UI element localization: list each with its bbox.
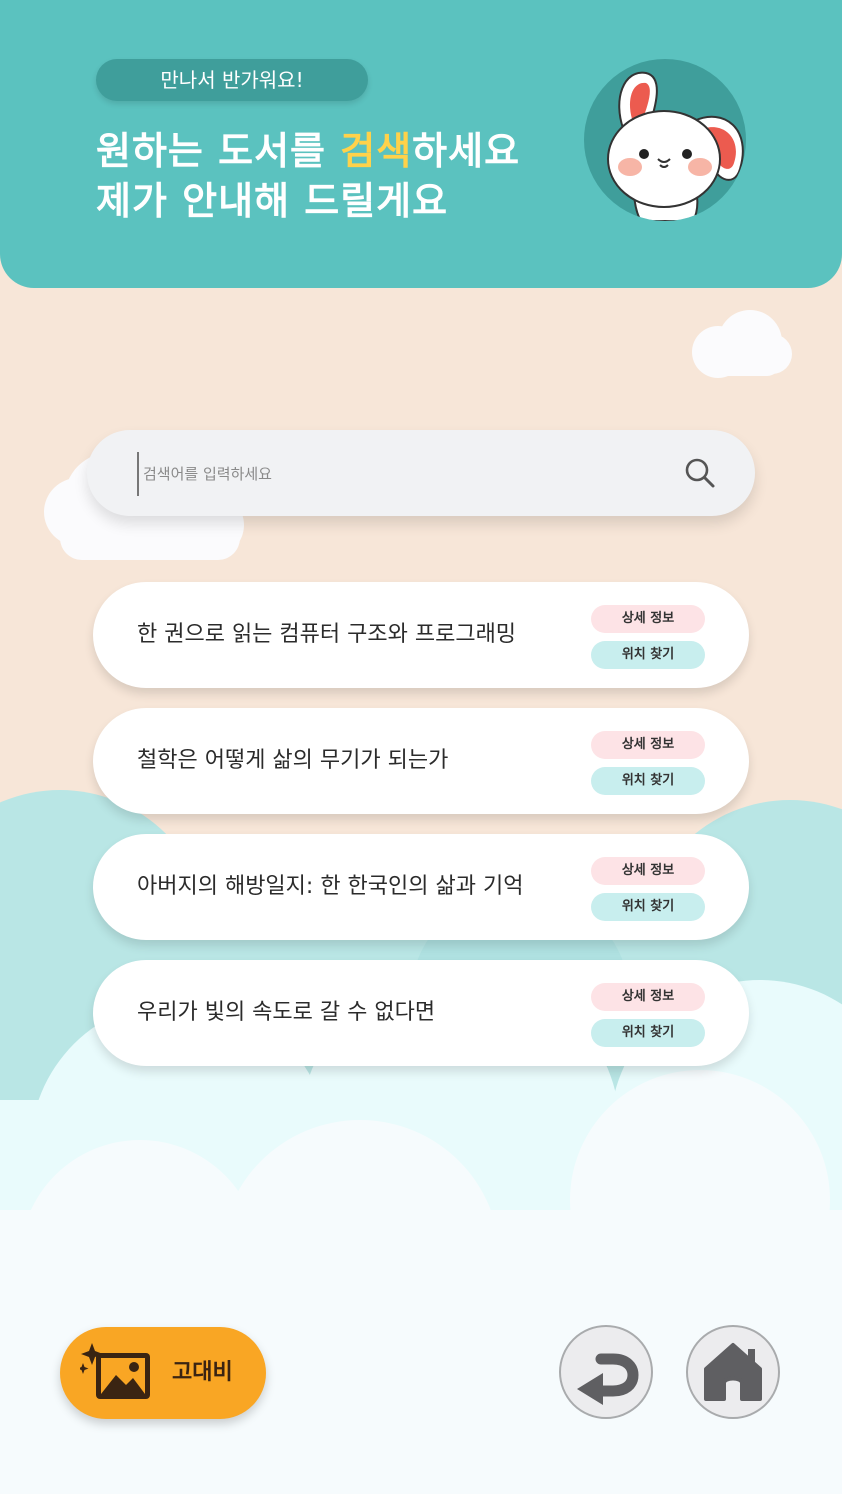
header-banner: 만나서 반가워요! 원하는 도서를 검색하세요 제가 안내해 드릴게요: [0, 0, 842, 288]
locate-button[interactable]: 위치 찾기: [591, 767, 705, 795]
home-button[interactable]: [686, 1325, 780, 1419]
result-card[interactable]: 한 권으로 읽는 컴퓨터 구조와 프로그래밍 상세 정보 위치 찾기: [93, 582, 749, 688]
home-icon: [704, 1343, 762, 1401]
detail-button[interactable]: 상세 정보: [591, 857, 705, 885]
detail-button[interactable]: 상세 정보: [591, 605, 705, 633]
back-arrow-icon: [577, 1353, 639, 1405]
headline-line2: 제가 안내해 드릴게요: [96, 179, 449, 223]
book-title: 한 권으로 읽는 컴퓨터 구조와 프로그래밍: [137, 622, 517, 647]
detail-button[interactable]: 상세 정보: [591, 983, 705, 1011]
detail-button[interactable]: 상세 정보: [591, 731, 705, 759]
book-title: 우리가 빛의 속도로 갈 수 없다면: [137, 1000, 436, 1025]
greeting-badge: 만나서 반가워요!: [96, 59, 368, 101]
sparkle-image-icon: [77, 1343, 156, 1409]
locate-button[interactable]: 위치 찾기: [591, 1019, 705, 1047]
high-contrast-button[interactable]: 고대비: [60, 1327, 266, 1419]
app-screen: 만나서 반가워요! 원하는 도서를 검색하세요 제가 안내해 드릴게요 검색어를…: [0, 0, 842, 1494]
locate-button[interactable]: 위치 찾기: [591, 893, 705, 921]
book-title: 철학은 어떻게 삶의 무기가 되는가: [137, 748, 449, 773]
bunny-mascot-icon: [607, 71, 744, 221]
headline-highlight: 검색: [340, 129, 413, 173]
page-title: 원하는 도서를 검색하세요 제가 안내해 드릴게요: [96, 126, 520, 226]
high-contrast-label: 고대비: [172, 1360, 233, 1385]
headline-part: 하세요: [412, 129, 521, 173]
headline-part: 원하는 도서를: [96, 129, 341, 173]
book-title: 아버지의 해방일지: 한 한국인의 삶과 기억: [137, 874, 524, 899]
locate-button[interactable]: 위치 찾기: [591, 641, 705, 669]
result-card[interactable]: 아버지의 해방일지: 한 한국인의 삶과 기억 상세 정보 위치 찾기: [93, 834, 749, 940]
search-input[interactable]: [137, 452, 665, 496]
result-card[interactable]: 우리가 빛의 속도로 갈 수 없다면 상세 정보 위치 찾기: [93, 960, 749, 1066]
mascot-avatar: [584, 59, 746, 221]
back-button[interactable]: [559, 1325, 653, 1419]
search-bar: [87, 430, 755, 516]
result-card[interactable]: 철학은 어떻게 삶의 무기가 되는가 상세 정보 위치 찾기: [93, 708, 749, 814]
search-icon[interactable]: [683, 456, 717, 490]
